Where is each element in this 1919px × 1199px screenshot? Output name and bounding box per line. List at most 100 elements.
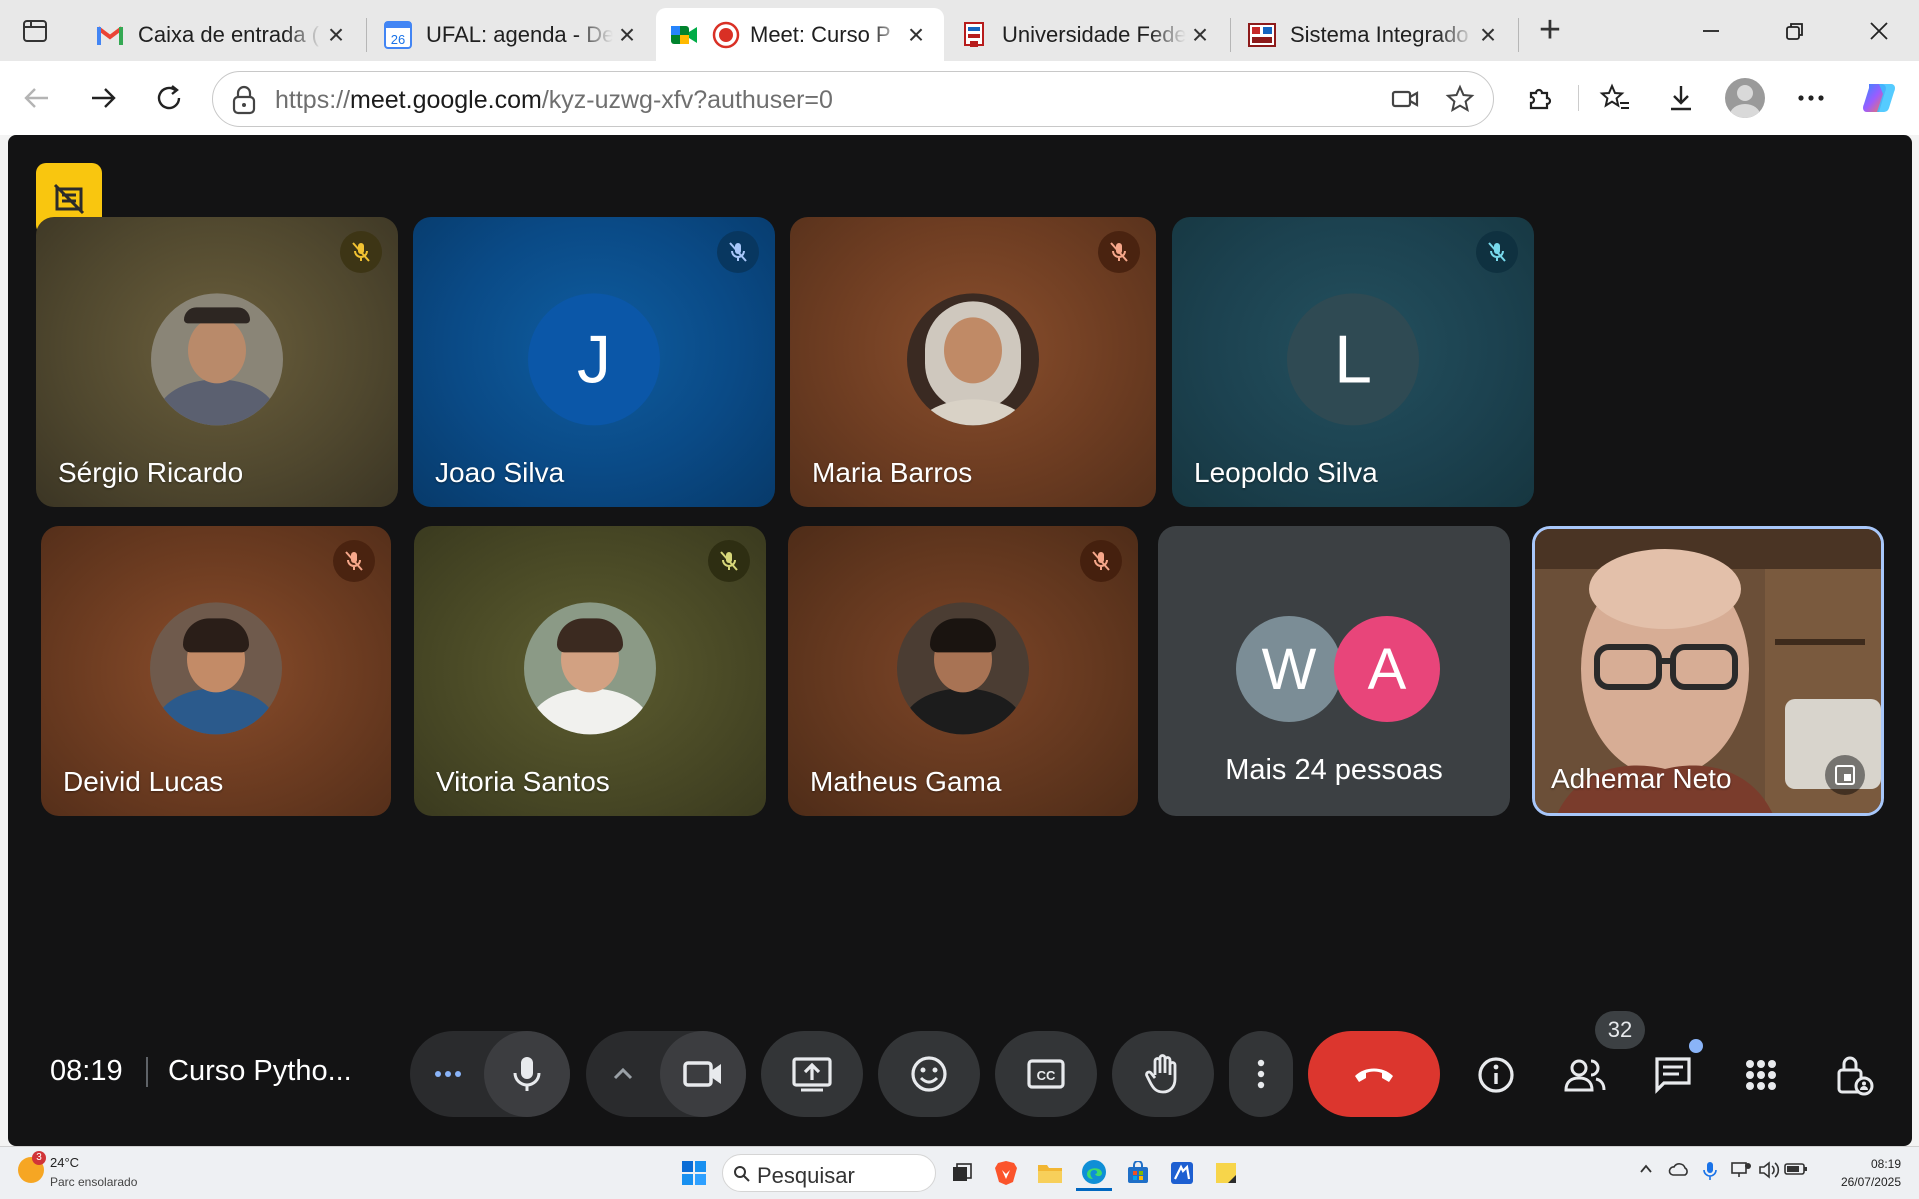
file-explorer-icon[interactable] [1032,1155,1068,1191]
leave-call-button[interactable] [1308,1031,1440,1117]
tab-separator [1230,18,1231,52]
windows-taskbar: 3 24°C Parc ensolarado Pesquisar 08:19 2… [0,1146,1919,1199]
meeting-time: 08:19 [50,1055,123,1087]
more-participants-tile[interactable]: W A Mais 24 pessoas [1158,526,1510,816]
tab-separator [1518,18,1519,52]
meeting-title[interactable]: Curso Pytho... [168,1055,352,1088]
search-label: Pesquisar [757,1163,855,1188]
participant-tile[interactable]: Vitoria Santos [414,526,766,816]
browser-toolbar: https://meet.google.com/kyz-uzwg-xfv?aut… [0,61,1919,135]
sigaa-icon [1248,21,1276,49]
start-button[interactable] [676,1155,712,1191]
store-icon[interactable] [1120,1155,1156,1191]
camera-in-use-icon[interactable] [1391,86,1419,117]
tab-gmail[interactable]: Caixa de entrada ( × [82,8,364,61]
close-tab-icon[interactable]: × [1474,20,1502,49]
tab-title: Meet: Curso P [750,21,891,47]
microphone-tray-icon[interactable] [1702,1161,1718,1186]
restore-button[interactable] [1760,8,1830,54]
favorite-star-icon[interactable] [1445,84,1475,119]
favorites-icon[interactable] [1590,73,1640,123]
participant-tile[interactable]: Matheus Gama [788,526,1138,816]
clock-time: 08:19 [1870,1157,1901,1171]
more-participants-label: Mais 24 pessoas [1225,754,1443,786]
participant-name: Maria Barros [812,457,973,488]
participant-photo [907,293,1039,426]
copilot-icon[interactable] [1854,73,1904,123]
calendar-icon: 26 [384,20,412,49]
downloads-icon[interactable] [1656,73,1706,123]
app-icon-blue[interactable] [1164,1155,1200,1191]
chat-notification-dot [1689,1039,1703,1053]
participant-photo [151,293,283,426]
video-options-button[interactable] [586,1031,660,1117]
edge-browser-icon[interactable] [1076,1155,1112,1191]
minimize-button[interactable] [1676,8,1746,54]
self-view-tile[interactable]: Adhemar Neto [1532,526,1884,816]
participant-name: Leopoldo Silva [1194,457,1378,488]
participant-avatar-letter: L [1287,293,1419,426]
onedrive-icon[interactable] [1668,1161,1690,1182]
close-tab-icon[interactable]: × [613,20,641,49]
participant-name: Sérgio Ricardo [58,457,244,488]
tab-separator [366,18,367,52]
participant-tile[interactable]: L Leopoldo Silva [1172,217,1534,507]
raise-hand-button[interactable] [1112,1031,1214,1117]
more-options-button[interactable] [1229,1031,1293,1117]
participant-tile[interactable]: Maria Barros [790,217,1156,507]
meeting-details-icon[interactable] [1461,1040,1531,1110]
participant-tile[interactable]: Sérgio Ricardo [36,217,398,507]
participant-name: Joao Silva [435,457,565,488]
participant-photo [524,602,656,735]
mic-off-icon [717,231,759,273]
tab-title: UFAL: agenda - De [426,21,613,47]
workspaces-icon[interactable] [18,14,52,48]
microphone-button[interactable] [484,1031,570,1117]
expand-icon[interactable] [1825,755,1865,795]
audio-options-button[interactable] [410,1031,486,1117]
present-screen-button[interactable] [761,1031,863,1117]
reload-button[interactable] [144,73,194,123]
participant-name: Matheus Gama [810,766,1002,797]
new-tab-button[interactable]: + [1533,10,1567,50]
reactions-button[interactable] [878,1031,980,1117]
volume-icon[interactable] [1758,1161,1780,1184]
forward-button[interactable] [78,73,128,123]
sticky-notes-icon[interactable] [1208,1155,1244,1191]
camera-button[interactable] [660,1031,746,1117]
tab-ufal[interactable]: Universidade Fede × [946,8,1228,61]
more-avatar-letter: W [1236,616,1342,722]
mic-off-icon [340,231,382,273]
more-avatar-letter: A [1334,616,1440,722]
battery-icon[interactable] [1784,1161,1808,1182]
profile-avatar[interactable] [1720,73,1770,123]
participant-tile[interactable]: J Joao Silva [413,217,775,507]
host-controls-icon[interactable] [1820,1040,1890,1110]
close-window-button[interactable] [1844,8,1914,54]
tab-title: Caixa de entrada ( [138,21,319,47]
tab-sigaa[interactable]: Sistema Integrado × [1234,8,1516,61]
captions-button[interactable]: CC [995,1031,1097,1117]
tab-meet[interactable]: Meet: Curso P × [656,8,944,61]
mic-off-icon [1098,231,1140,273]
weather-condition: Parc ensolarado [50,1175,138,1189]
close-tab-icon[interactable]: × [322,20,350,49]
close-tab-icon[interactable]: × [1186,20,1214,49]
extensions-icon[interactable] [1515,73,1565,123]
taskbar-search[interactable]: Pesquisar [722,1154,936,1192]
brave-browser-icon[interactable] [988,1155,1024,1191]
lock-icon[interactable] [231,85,257,120]
close-tab-icon[interactable]: × [902,20,930,49]
settings-more-icon[interactable] [1786,73,1836,123]
tray-chevron-icon[interactable] [1638,1161,1654,1182]
tab-calendar[interactable]: 26 UFAL: agenda - De × [370,8,655,61]
address-bar[interactable]: https://meet.google.com/kyz-uzwg-xfv?aut… [212,71,1494,127]
task-view-icon[interactable] [944,1155,980,1191]
activities-icon[interactable] [1726,1040,1796,1110]
system-clock[interactable]: 08:19 26/07/2025 [1841,1155,1901,1191]
url-text[interactable]: https://meet.google.com/kyz-uzwg-xfv?aut… [275,86,833,115]
people-icon[interactable] [1550,1040,1620,1110]
network-icon[interactable] [1730,1161,1752,1184]
participant-tile[interactable]: Deivid Lucas [41,526,391,816]
back-button[interactable] [12,73,62,123]
